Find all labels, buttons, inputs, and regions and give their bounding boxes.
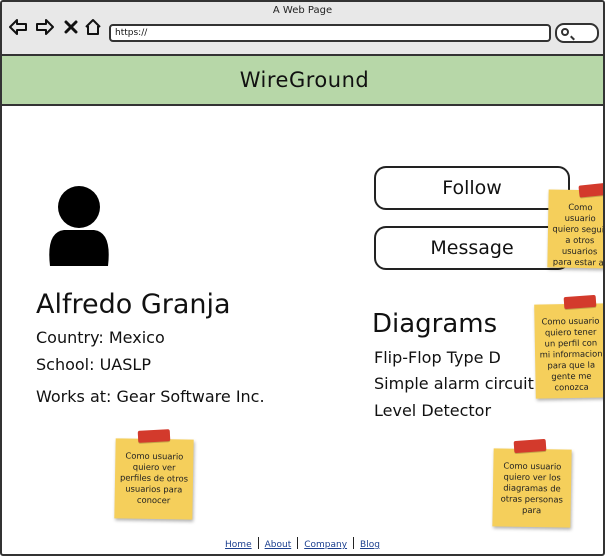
site-title: WireGround <box>239 68 370 92</box>
search-icon <box>561 28 569 36</box>
diagram-link[interactable]: Flip-Flop Type D <box>374 348 501 367</box>
diagram-link[interactable]: Simple alarm circuit <box>374 374 534 393</box>
footer-link-blog[interactable]: Blog <box>360 540 380 550</box>
sticky-note: Como usuario quiero tener un perfil con … <box>534 303 603 399</box>
footer-link-about[interactable]: About <box>265 540 292 550</box>
profile-workplace: Works at: Gear Software Inc. <box>36 387 265 406</box>
url-input[interactable]: https:// <box>109 24 551 42</box>
site-header: WireGround <box>2 56 603 106</box>
window-title: A Web Page <box>272 5 333 16</box>
home-icon[interactable] <box>83 17 103 37</box>
browser-window: A Web Page https:// WireGround Alfredo G… <box>0 0 605 556</box>
back-arrow-icon[interactable] <box>8 17 28 37</box>
sticky-tape <box>563 294 597 310</box>
sticky-note: Como usuario quiero ver los diagramas de… <box>492 448 572 528</box>
profile-school: School: UASLP <box>36 355 151 374</box>
footer-divider <box>297 537 299 549</box>
forward-arrow-icon[interactable] <box>35 17 55 37</box>
profile-country: Country: Mexico <box>36 328 165 347</box>
follow-button[interactable]: Follow <box>374 166 570 210</box>
diagrams-title: Diagrams <box>372 309 498 339</box>
browser-search-box[interactable] <box>555 23 599 43</box>
user-avatar-icon <box>49 186 109 266</box>
sticky-note: Como usuario quiero ver perfiles de otro… <box>114 438 194 520</box>
message-button[interactable]: Message <box>374 226 570 270</box>
footer-link-company[interactable]: Company <box>304 540 347 550</box>
footer-divider <box>353 537 355 549</box>
sticky-tape <box>513 438 547 454</box>
footer-nav: Home About Company Blog <box>2 537 603 550</box>
footer-divider <box>257 537 259 549</box>
diagram-link[interactable]: Level Detector <box>374 401 491 420</box>
sticky-tape <box>578 182 603 198</box>
sticky-note-text: Como usuario quiero seguir a otros usuar… <box>552 201 605 269</box>
footer-link-home[interactable]: Home <box>225 540 252 550</box>
profile-name: Alfredo Granja <box>36 289 231 320</box>
sticky-note-text: Como usuario quiero tener un perfil con … <box>539 315 603 393</box>
close-icon[interactable] <box>61 17 81 37</box>
sticky-note-text: Como usuario quiero ver perfiles de otro… <box>119 450 189 506</box>
sticky-tape <box>137 429 171 443</box>
browser-toolbar: A Web Page https:// <box>2 2 603 56</box>
sticky-note-text: Como usuario quiero ver los diagramas de… <box>500 460 563 516</box>
sticky-note: Como usuario quiero seguir a otros usuar… <box>547 189 605 269</box>
